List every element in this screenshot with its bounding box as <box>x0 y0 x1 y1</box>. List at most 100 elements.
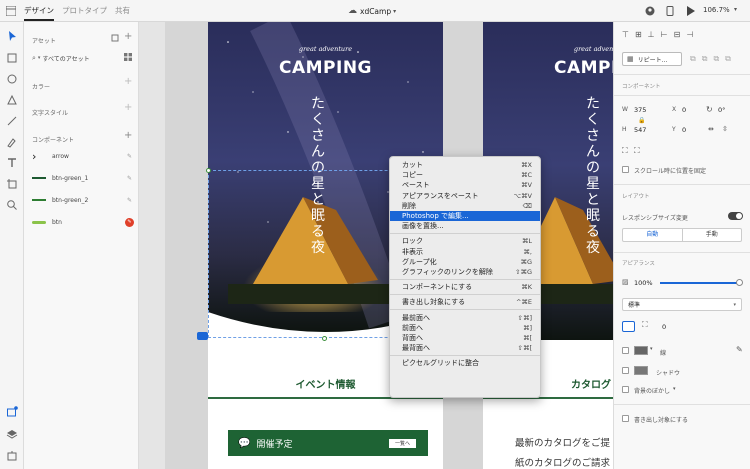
flip-horizontal-icon[interactable]: ⇹ <box>708 125 714 133</box>
export-checkbox[interactable] <box>622 415 629 422</box>
rotation-field[interactable]: 0° <box>718 106 725 114</box>
menu-item[interactable]: コンポーネントにする ⌘K <box>390 282 540 292</box>
zoom-chevron-icon[interactable]: ▾ <box>734 6 737 13</box>
menu-item[interactable]: 背面へ ⌘[ <box>390 333 540 343</box>
mobile-preview-icon[interactable] <box>666 6 674 16</box>
menu-item[interactable]: ピクセルグリッドに整合 <box>390 358 540 368</box>
component-item[interactable]: btn ✎ <box>32 214 134 230</box>
line-tool-icon[interactable] <box>6 115 18 127</box>
responsive-toggle[interactable] <box>728 212 743 220</box>
add-component-button[interactable]: + <box>124 130 132 141</box>
shadow-color-swatch[interactable] <box>634 366 648 375</box>
align-top-icon[interactable]: ⊤ <box>622 30 629 39</box>
polygon-tool-icon[interactable] <box>6 94 18 106</box>
border-color-swatch[interactable] <box>634 346 648 355</box>
tab-prototype[interactable]: プロトタイプ <box>62 5 107 16</box>
boolean-subtract-icon[interactable]: ⧉ <box>702 54 708 64</box>
shadow-checkbox[interactable] <box>622 367 629 374</box>
component-marker-icon[interactable] <box>197 332 208 340</box>
edit-icon[interactable]: ✎ <box>127 153 132 160</box>
menu-item[interactable]: アピアランスをペースト ⌥⌘V <box>390 191 540 201</box>
flip-vertical-icon[interactable]: ⇳ <box>722 125 728 133</box>
lock-aspect-icon[interactable]: 🔒 <box>638 117 645 124</box>
pen-tool-icon[interactable] <box>6 136 18 148</box>
grid-view-icon[interactable] <box>124 53 132 61</box>
menu-item[interactable]: グループ化 ⌘G <box>390 257 540 267</box>
document-title-area[interactable]: ☁ xdCamp ▾ <box>348 6 396 16</box>
align-bottom-icon[interactable]: ⊥ <box>648 30 655 39</box>
list-link[interactable]: 一覧へ <box>388 438 416 448</box>
asset-filter[interactable]: ⌕ ▾ すべてのアセット <box>32 52 124 64</box>
zoom-level[interactable]: 106.7% <box>703 6 730 14</box>
add-asset-button[interactable]: + <box>124 31 132 42</box>
menu-item[interactable]: ロック ⌘L <box>390 236 540 246</box>
height-field[interactable]: 547 <box>634 126 646 134</box>
align-right-icon[interactable]: ⊣ <box>686 30 693 39</box>
boolean-add-icon[interactable]: ⧉ <box>690 54 696 64</box>
width-field[interactable]: 375 <box>634 106 646 114</box>
user-icon[interactable] <box>645 6 655 16</box>
manual-option[interactable]: 手動 <box>681 229 742 241</box>
bg-blur-checkbox[interactable] <box>622 386 629 393</box>
menu-item[interactable]: グラフィックのリンクを解除 ⇧⌘G <box>390 267 540 277</box>
menu-item[interactable]: ペースト ⌘V <box>390 180 540 190</box>
text-tool-icon[interactable] <box>6 157 18 169</box>
plugins-icon[interactable] <box>6 450 18 462</box>
tab-design[interactable]: デザイン <box>24 5 54 21</box>
select-tool-icon[interactable] <box>6 30 18 42</box>
corner-radius-each-icon[interactable]: ⛶ <box>642 320 648 330</box>
opacity-slider-handle[interactable] <box>736 279 743 286</box>
menu-item[interactable]: 削除 ⌫ <box>390 201 540 211</box>
add-color-button[interactable]: + <box>124 76 132 87</box>
add-char-style-button[interactable]: + <box>124 102 132 113</box>
corner-radius-all-icon[interactable] <box>622 321 635 332</box>
zoom-tool-icon[interactable] <box>6 199 18 211</box>
opacity-slider[interactable] <box>660 282 740 284</box>
upcoming-button[interactable]: 💬 開催予定 一覧へ <box>228 430 428 456</box>
menu-item[interactable]: コピー ⌘C <box>390 170 540 180</box>
border-checkbox[interactable] <box>622 347 629 354</box>
selection-handle[interactable] <box>206 168 211 173</box>
rotate-icon[interactable]: ↻ <box>706 105 713 114</box>
layers-icon[interactable] <box>6 428 18 440</box>
eyedropper-icon[interactable]: ✎ <box>736 345 743 354</box>
save-library-icon[interactable] <box>111 34 119 42</box>
menu-item[interactable]: 最前面へ ⇧⌘] <box>390 312 540 322</box>
auto-option[interactable]: 自動 <box>623 229 682 241</box>
menu-item[interactable]: 最背面へ ⇧⌘[ <box>390 343 540 353</box>
menu-item[interactable]: 非表示 ⌘, <box>390 247 540 257</box>
selection-handle[interactable] <box>322 336 327 341</box>
ellipse-tool-icon[interactable] <box>6 73 18 85</box>
y-field[interactable]: 0 <box>682 126 686 134</box>
corner-radius-field[interactable]: 0 <box>662 323 666 331</box>
menu-item[interactable]: 書き出し対象にする ^⌘E <box>390 297 540 307</box>
edit-icon[interactable]: ✎ <box>127 175 132 182</box>
boolean-intersect-icon[interactable]: ⧉ <box>713 54 719 64</box>
menu-item[interactable]: 前面へ ⌘] <box>390 323 540 333</box>
distribute-icon[interactable]: ⛶ <box>622 146 628 156</box>
tab-share[interactable]: 共有 <box>115 5 130 16</box>
artboard-tool-icon[interactable] <box>6 178 18 190</box>
edit-icon[interactable]: ✎ <box>127 197 132 204</box>
menu-item[interactable]: 画像を置換... <box>390 221 540 231</box>
menu-icon[interactable] <box>6 5 16 16</box>
component-item[interactable]: btn-green_2 ✎ <box>32 192 132 208</box>
component-item[interactable]: btn-green_1 ✎ <box>32 170 132 186</box>
menu-item[interactable]: Photoshop で編集... <box>390 210 540 222</box>
fix-on-scroll-checkbox[interactable] <box>622 166 629 173</box>
align-center-icon[interactable]: ⊟ <box>674 30 681 39</box>
menu-item[interactable]: カット ⌘X <box>390 160 540 170</box>
align-middle-icon[interactable]: ⊞ <box>635 30 642 39</box>
play-icon[interactable] <box>686 6 695 16</box>
distribute-icon[interactable]: ⛶ <box>634 146 640 156</box>
boolean-exclude-icon[interactable]: ⧉ <box>725 54 731 64</box>
opacity-field[interactable]: 100% <box>634 279 653 287</box>
x-field[interactable]: 0 <box>682 106 686 114</box>
rectangle-tool-icon[interactable] <box>6 52 18 64</box>
component-item[interactable]: › arrow ✎ <box>32 148 132 164</box>
blend-mode-select[interactable]: 標準 ▾ <box>622 298 742 311</box>
canvas[interactable]: great adventure CAMPING たくさんの星と眠る夜 イベント情… <box>140 22 613 469</box>
align-left-icon[interactable]: ⊢ <box>661 30 668 39</box>
repeat-grid-button[interactable]: ▦ リピート... <box>622 52 682 66</box>
assets-panel-icon[interactable] <box>6 406 18 418</box>
